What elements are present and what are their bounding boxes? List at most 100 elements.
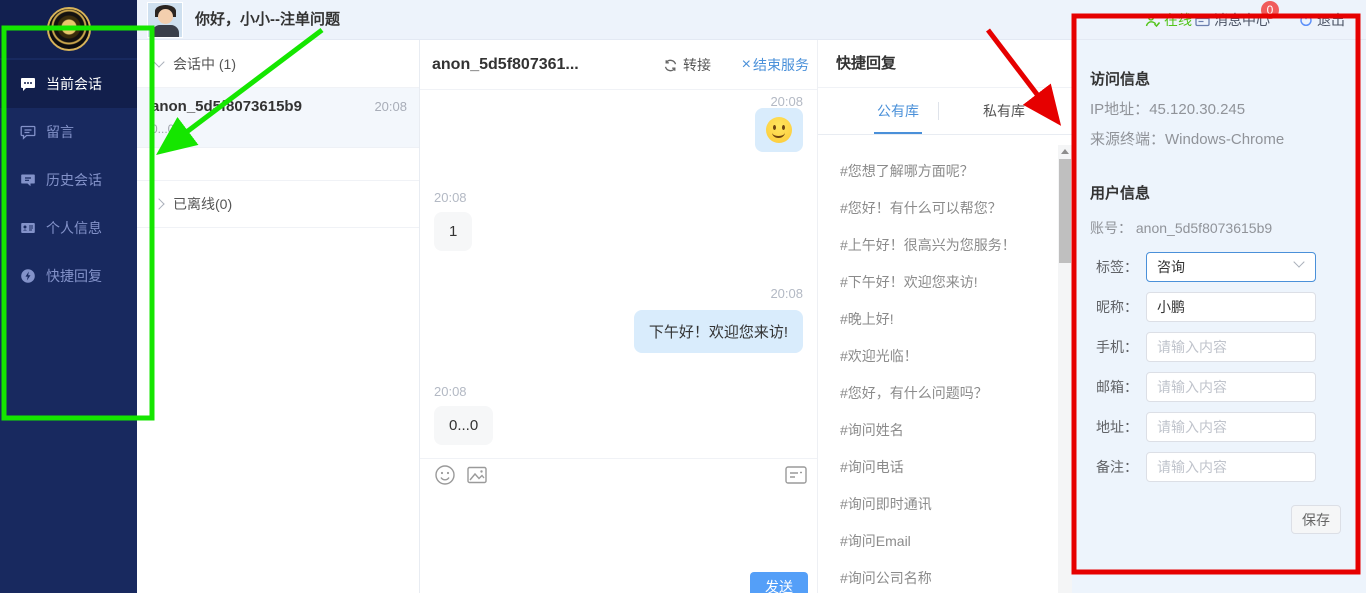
avatar-face [158, 9, 173, 24]
nickname-label: 昵称： [1072, 297, 1138, 317]
quick-reply-item[interactable]: #欢迎光临！ [818, 338, 1058, 375]
tag-selected-value: 咨询 [1157, 259, 1185, 275]
transfer-refresh-icon [663, 58, 678, 73]
topbar: 你好，小小--注单问题 在线 消息中心 0 退出 [137, 0, 1366, 40]
quick-reply-item[interactable]: #询问Email [818, 523, 1058, 560]
chat-bubble-filled-icon [20, 76, 36, 92]
message-bubble-emoji [755, 108, 803, 152]
send-button[interactable]: 发送 [750, 572, 808, 593]
quick-reply-scrollbar[interactable] [1058, 145, 1072, 593]
email-label: 邮箱： [1072, 377, 1138, 397]
offline-sessions-section-header[interactable]: 已离线(0) [137, 180, 419, 228]
end-service-button[interactable]: × 结束服务 [742, 40, 809, 90]
visitor-info-panel: 访问信息 IP地址：45.120.30.245 来源终端：Windows-Chr… [1072, 40, 1366, 593]
scrollbar-up-arrow-icon[interactable] [1061, 149, 1069, 154]
sidebar-item-history-sessions[interactable]: 历史会话 [0, 156, 137, 204]
chevron-right-icon [153, 198, 164, 209]
chevron-down-icon [153, 56, 164, 67]
online-status[interactable]: 在线 [1145, 0, 1192, 40]
ip-value: 45.120.30.245 [1149, 101, 1245, 118]
tag-label: 标签： [1072, 257, 1138, 277]
sidebar-item-label: 当前会话 [46, 74, 102, 94]
message-timestamp: 20:08 [770, 94, 803, 109]
sidebar-item-label: 个人信息 [46, 218, 102, 238]
quick-reply-item[interactable]: #上午好！很高兴为您服务！ [818, 227, 1058, 264]
save-button[interactable]: 保存 [1291, 505, 1341, 534]
quick-reply-item[interactable]: #询问电话 [818, 449, 1058, 486]
account-row: 账号： anon_5d5f8073615b9 [1090, 218, 1272, 238]
input-toolbar-divider [420, 458, 817, 459]
terminal-row: 来源终端：Windows-Chrome [1090, 128, 1284, 149]
tag-select[interactable]: 咨询 [1146, 252, 1316, 282]
image-upload-icon[interactable] [466, 464, 488, 491]
remark-input[interactable] [1146, 452, 1316, 482]
message-count-badge: 0 [1261, 1, 1279, 19]
account-value: anon_5d5f8073615b9 [1136, 220, 1272, 236]
terminal-label: 来源终端： [1090, 131, 1165, 148]
sidebar-item-current-sessions[interactable]: 当前会话 [0, 60, 137, 108]
app-window: 当前会话 留言 历史会话 个人信息 快捷回复 [0, 0, 1366, 593]
history-chat-icon [20, 172, 36, 188]
quick-reply-item[interactable]: #您想了解哪方面呢？ [818, 153, 1058, 190]
conversation-list-item[interactable]: anon_5d5f8073615b9 20:08 0...0 [137, 88, 419, 148]
message-center-button[interactable]: 消息中心 [1195, 0, 1270, 40]
quick-reply-item[interactable]: #晚上好! [818, 301, 1058, 338]
phone-input[interactable] [1146, 332, 1316, 362]
conversation-preview: 0...0 [151, 122, 405, 136]
tab-label: 公有库 [877, 103, 919, 119]
quick-reply-panel: 快捷回复 公有库 私有库 #您想了解哪方面呢？ #您好！有什么可以帮您？ #上午… [818, 40, 1072, 593]
quick-reply-item[interactable]: #询问姓名 [818, 412, 1058, 449]
quick-reply-item[interactable]: #您好！有什么可以帮您？ [818, 190, 1058, 227]
message-bubble-icon [20, 124, 36, 140]
chat-header: anon_5d5f807361... 转接 × 结束服务 [420, 40, 817, 90]
company-logo [47, 7, 91, 51]
ip-label: IP地址： [1090, 101, 1149, 118]
chevron-down-icon [1293, 256, 1304, 267]
conversation-list-panel: 会话中 (1) anon_5d5f8073615b9 20:08 0...0 已… [137, 40, 420, 593]
sidebar-item-quick-replies[interactable]: 快捷回复 [0, 252, 137, 300]
account-label: 账号： [1090, 220, 1132, 236]
user-info-title: 用户信息 [1090, 182, 1150, 203]
visit-info-title: 访问信息 [1090, 68, 1150, 89]
conversation-name: anon_5d5f8073615b9 [151, 98, 405, 115]
transfer-button[interactable]: 转接 [663, 40, 711, 90]
remark-field-row: 备注： [1072, 452, 1366, 482]
end-service-label: 结束服务 [753, 55, 809, 75]
email-input[interactable] [1146, 372, 1316, 402]
quick-reply-item[interactable]: #下午好！欢迎您来访! [818, 264, 1058, 301]
canned-reply-note-icon[interactable] [784, 464, 808, 491]
power-icon [1299, 13, 1313, 27]
agent-greeting-title: 你好，小小--注单问题 [195, 0, 340, 40]
message-center-icon [1195, 13, 1210, 28]
sidebar-item-label: 快捷回复 [46, 266, 102, 286]
message-timestamp: 20:08 [434, 384, 467, 399]
active-sessions-label: 会话中 (1) [173, 54, 236, 74]
quick-reply-item[interactable]: #询问即时通讯 [818, 486, 1058, 523]
remark-label: 备注： [1072, 457, 1138, 477]
active-tab-underline [874, 132, 922, 134]
logout-label: 退出 [1317, 0, 1345, 40]
sidebar-item-label: 留言 [46, 122, 74, 142]
sidebar: 当前会话 留言 历史会话 个人信息 快捷回复 [0, 0, 137, 593]
tab-public-library[interactable]: 公有库 [838, 88, 958, 134]
address-input[interactable] [1146, 412, 1316, 442]
offline-sessions-label: 已离线(0) [173, 194, 232, 214]
scrollbar-thumb[interactable] [1059, 159, 1071, 263]
quick-reply-item[interactable]: #您好，有什么问题吗？ [818, 375, 1058, 412]
quick-reply-title: 快捷回复 [818, 40, 1072, 88]
ip-address-row: IP地址：45.120.30.245 [1090, 98, 1245, 119]
quick-reply-item[interactable]: #询问公司名称 [818, 560, 1058, 593]
active-sessions-section-header[interactable]: 会话中 (1) [137, 40, 419, 88]
nickname-field-row: 昵称： [1072, 292, 1366, 322]
logout-button[interactable]: 退出 [1299, 0, 1345, 40]
transfer-label: 转接 [683, 55, 711, 75]
close-x-icon: × [742, 56, 751, 74]
message-bubble: 下午好！欢迎您来访! [634, 310, 803, 353]
tab-private-library[interactable]: 私有库 [944, 88, 1064, 134]
emoji-picker-icon[interactable] [434, 464, 456, 491]
nickname-input[interactable] [1146, 292, 1316, 322]
message-timestamp: 20:08 [434, 190, 467, 205]
sidebar-item-personal-info[interactable]: 个人信息 [0, 204, 137, 252]
sidebar-item-leave-message[interactable]: 留言 [0, 108, 137, 156]
logo-container [0, 0, 137, 58]
